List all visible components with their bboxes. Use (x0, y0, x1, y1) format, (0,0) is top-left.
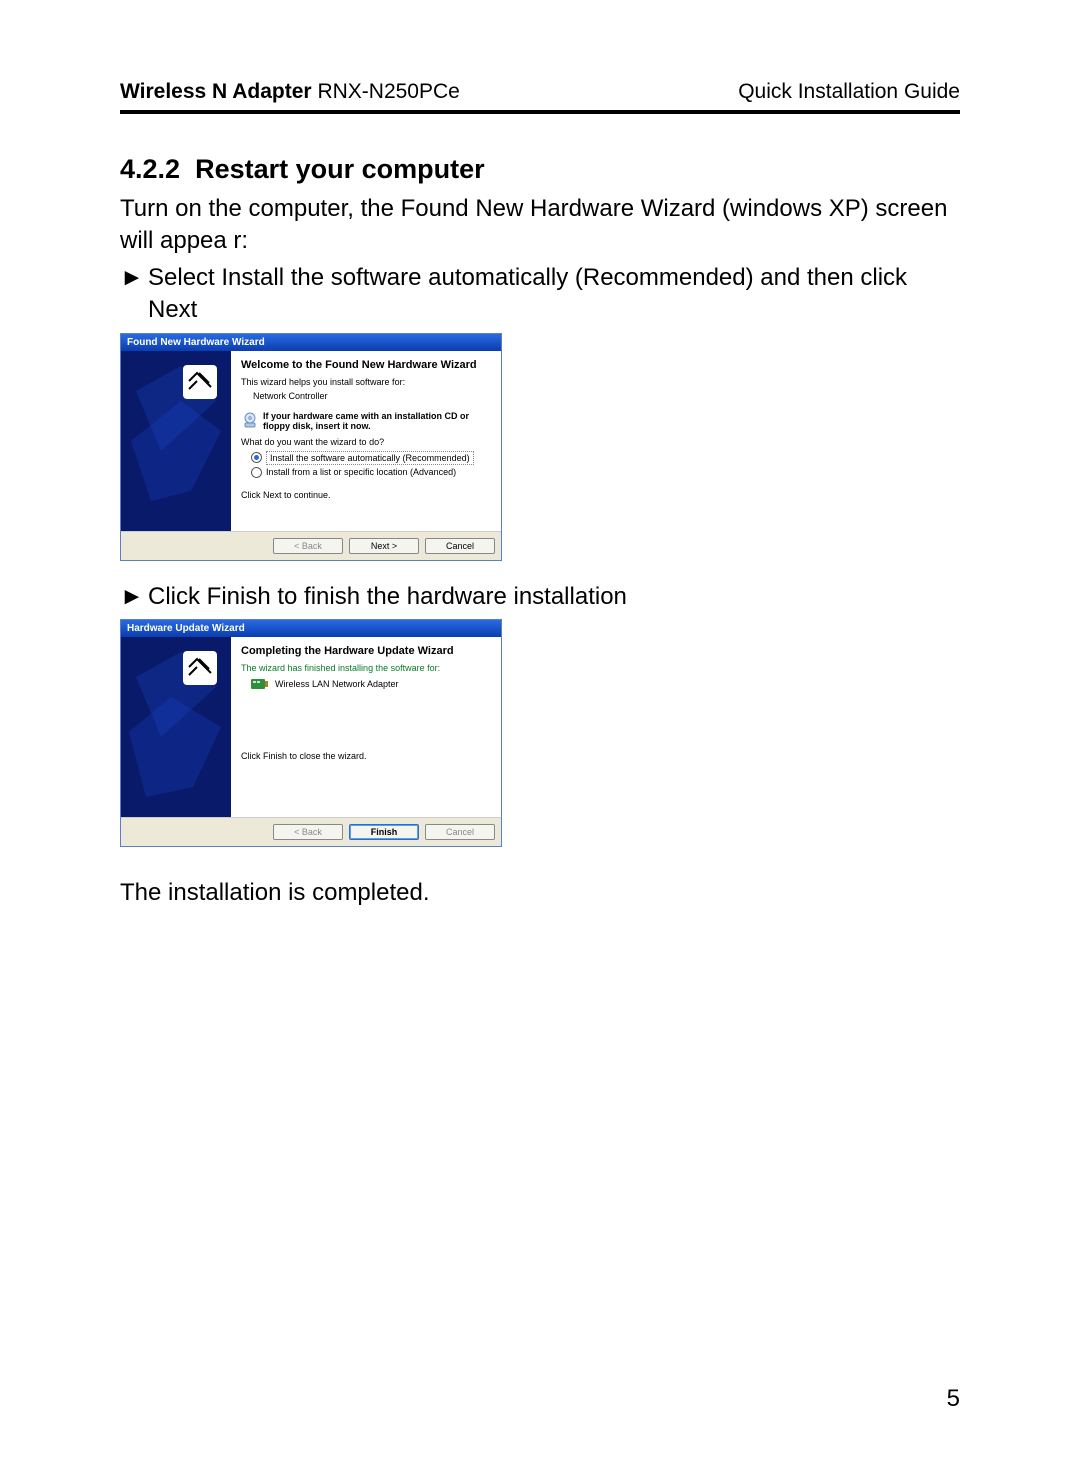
wizard2-titlebar: Hardware Update Wizard (121, 620, 501, 637)
wizard2-close-text: Click Finish to close the wizard. (241, 751, 491, 761)
wizard2-device-row: Wireless LAN Network Adapter (251, 677, 491, 691)
back-button[interactable]: < Back (273, 538, 343, 554)
bullet-2: ► Click Finish to finish the hardware in… (120, 581, 960, 613)
wizard2-device-name: Wireless LAN Network Adapter (275, 679, 399, 689)
wizard1-question: What do you want the wizard to do? (241, 437, 491, 447)
wizard1-cd-note: If your hardware came with an installati… (241, 411, 491, 431)
bullet-1: ► Select Install the software automatica… (120, 262, 960, 327)
wizard1-side-graphic (121, 351, 231, 531)
bullet-arrow-icon: ► (120, 581, 148, 613)
wizard1-device: Network Controller (253, 391, 491, 401)
completion-paragraph: The installation is completed. (120, 877, 960, 909)
header-rule (120, 110, 960, 114)
next-button[interactable]: Next > (349, 538, 419, 554)
wizard2-side-graphic (121, 637, 231, 817)
section-title: Restart your computer (195, 154, 485, 184)
page-header: Wireless N Adapter RNX-N250PCe Quick Ins… (120, 80, 960, 104)
product-bold: Wireless N Adapter (120, 80, 312, 103)
bullet-1-text: Select Install the software automaticall… (148, 262, 960, 327)
page-number: 5 (947, 1385, 960, 1413)
wizard1-continue: Click Next to continue. (241, 490, 491, 500)
wizard2-heading: Completing the Hardware Update Wizard (241, 645, 491, 657)
wizard2-main: Completing the Hardware Update Wizard Th… (231, 637, 501, 817)
wizard2-buttons: < Back Finish Cancel (121, 817, 501, 846)
product-name: Wireless N Adapter RNX-N250PCe (120, 80, 460, 104)
radio-selected-icon (251, 452, 262, 463)
section-heading: 4.2.2 Restart your computer (120, 154, 960, 185)
wizard1-titlebar: Found New Hardware Wizard (121, 334, 501, 351)
cancel-button[interactable]: Cancel (425, 538, 495, 554)
bullet-arrow-icon: ► (120, 262, 148, 327)
back-button[interactable]: < Back (273, 824, 343, 840)
wizard1-main: Welcome to the Found New Hardware Wizard… (231, 351, 501, 531)
wizard2-done-text: The wizard has finished installing the s… (241, 663, 491, 673)
wizard1-heading: Welcome to the Found New Hardware Wizard (241, 359, 491, 371)
wizard1-option1[interactable]: Install the software automatically (Reco… (251, 451, 491, 465)
bullet-2-text: Click Finish to finish the hardware inst… (148, 581, 627, 613)
radio-unselected-icon (251, 467, 262, 478)
screenshot-wizard-1: Found New Hardware Wizard Welcome to the… (120, 333, 502, 561)
cd-icon (241, 411, 259, 429)
finish-button[interactable]: Finish (349, 824, 419, 840)
wizard1-option2-label: Install from a list or specific location… (266, 467, 456, 477)
screenshot-wizard-2: Hardware Update Wizard Completing the Ha… (120, 619, 502, 847)
product-model: RNX-N250PCe (317, 80, 459, 103)
nic-icon (251, 677, 269, 691)
wizard1-option2[interactable]: Install from a list or specific location… (251, 467, 491, 478)
wizard1-buttons: < Back Next > Cancel (121, 531, 501, 560)
intro-paragraph: Turn on the computer, the Found New Hard… (120, 193, 960, 258)
section-number: 4.2.2 (120, 154, 180, 184)
wizard1-cd-text: If your hardware came with an installati… (263, 411, 491, 431)
wizard1-intro: This wizard helps you install software f… (241, 377, 491, 387)
cancel-button[interactable]: Cancel (425, 824, 495, 840)
doc-type: Quick Installation Guide (738, 80, 960, 104)
wizard1-option1-label: Install the software automatically (Reco… (266, 451, 474, 465)
